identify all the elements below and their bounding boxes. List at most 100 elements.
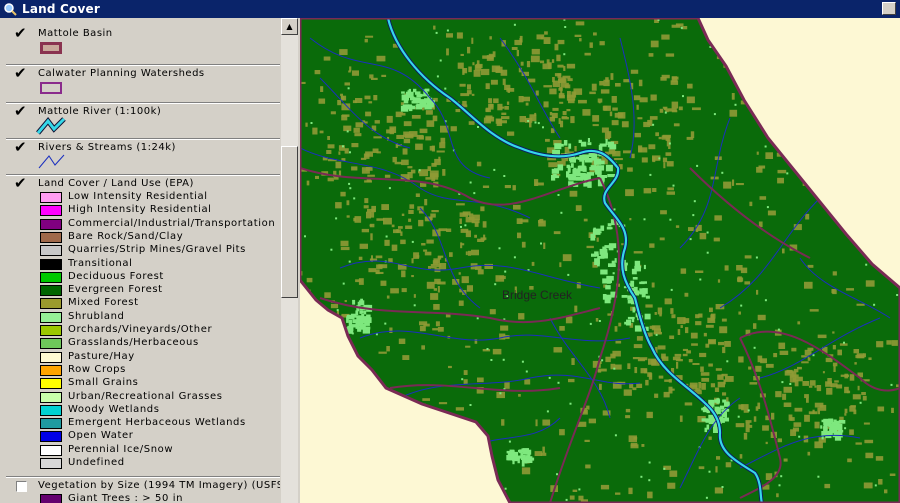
mixed-forest-patch	[670, 308, 674, 314]
mixed-forest-patch	[806, 397, 809, 403]
mixed-forest-patch	[605, 356, 611, 363]
mixed-forest-patch	[351, 166, 358, 171]
shrubland-patch	[587, 138, 590, 142]
mixed-forest-patch	[363, 153, 370, 159]
scroll-up-button[interactable]: ▲	[281, 18, 298, 35]
mixed-forest-patch	[745, 428, 750, 433]
shrubland-patch	[668, 142, 671, 145]
mixed-forest-patch	[391, 224, 395, 228]
mixed-forest-patch	[832, 271, 837, 276]
mixed-forest-patch	[832, 362, 838, 367]
shrubland-patch	[436, 75, 439, 78]
mixed-forest-patch	[846, 390, 851, 394]
land-cover-swatch	[40, 311, 62, 323]
mixed-forest-patch	[471, 93, 475, 96]
mixed-forest-patch	[614, 326, 618, 332]
mixed-forest-patch	[485, 83, 490, 90]
mixed-forest-patch	[401, 159, 409, 166]
mixed-forest-patch	[358, 256, 363, 260]
mixed-forest-patch	[831, 289, 835, 294]
mixed-forest-patch	[691, 343, 698, 346]
mixed-forest-patch	[458, 272, 461, 275]
mixed-forest-patch	[804, 394, 809, 399]
shrubland-patch	[349, 151, 351, 154]
mixed-forest-patch	[724, 341, 731, 347]
shrubland-patch	[828, 424, 832, 427]
layer-checkbox-calwater[interactable]: ✔	[14, 66, 28, 81]
mixed-forest-patch	[793, 422, 802, 427]
mixed-forest-patch	[632, 387, 637, 391]
mixed-forest-patch	[502, 78, 506, 86]
mixed-forest-patch	[408, 218, 412, 222]
mixed-forest-patch	[717, 374, 724, 380]
mixed-forest-patch	[722, 346, 726, 354]
shrubland-patch	[416, 93, 423, 98]
shrubland-patch	[696, 164, 699, 167]
mixed-forest-patch	[714, 215, 722, 221]
shrubland-patch	[606, 275, 614, 281]
mixed-forest-patch	[833, 365, 836, 372]
mixed-forest-patch	[507, 131, 515, 136]
shrubland-patch	[568, 143, 572, 149]
shrubland-patch	[601, 359, 604, 362]
scroll-thumb[interactable]	[281, 146, 298, 298]
shrubland-patch	[582, 154, 589, 161]
land-cover-class-label: Commercial/Industrial/Transportation	[68, 217, 276, 229]
mixed-forest-patch	[783, 402, 792, 407]
mixed-forest-patch	[648, 358, 657, 365]
land-cover-class-label: Transitional	[68, 257, 133, 269]
mixed-forest-patch	[637, 117, 643, 120]
place-label: Bridge Creek	[502, 288, 573, 302]
map-view[interactable]: Bridge Creek	[300, 18, 900, 503]
mixed-forest-patch	[300, 81, 306, 84]
mixed-forest-patch	[682, 353, 688, 357]
layer-name-vegetation: Vegetation by Size (1994 TM Imagery) (US…	[38, 480, 280, 491]
layer-checkbox-mattole-river[interactable]: ✔	[14, 104, 28, 119]
mixed-forest-patch	[630, 442, 638, 447]
shrubland-patch	[614, 434, 617, 437]
mixed-forest-patch	[657, 345, 666, 350]
legend-scrollbar[interactable]: ▲	[281, 18, 298, 503]
mixed-forest-patch	[574, 146, 577, 152]
shrubland-patch	[605, 285, 611, 290]
shrubland-patch	[413, 304, 416, 307]
mixed-forest-patch	[402, 148, 408, 155]
mixed-forest-patch	[612, 107, 618, 111]
mixed-forest-patch	[384, 239, 390, 246]
shrubland-patch	[593, 227, 596, 234]
basin-boundary-swatch	[40, 42, 62, 54]
layer-checkbox-land-cover[interactable]: ✔	[14, 176, 28, 191]
mixed-forest-patch	[676, 362, 679, 369]
shrubland-patch	[706, 231, 709, 234]
land-cover-swatch	[40, 431, 62, 443]
layer-separator	[6, 138, 280, 140]
land-cover-class-label: Grasslands/Herbaceous	[68, 337, 199, 349]
mixed-forest-patch	[759, 196, 767, 200]
shrubland-patch	[493, 168, 496, 171]
mixed-forest-patch	[585, 464, 591, 469]
map-canvas[interactable]	[300, 18, 900, 503]
layer-checkbox-mattole-basin[interactable]: ✔	[14, 26, 28, 41]
shrubland-patch	[346, 130, 349, 133]
shrubland-patch	[563, 140, 568, 146]
land-cover-swatch	[40, 245, 62, 257]
mixed-forest-patch	[540, 452, 547, 456]
mixed-forest-patch	[367, 174, 375, 177]
window-control-button[interactable]	[882, 2, 896, 15]
layer-checkbox-rivers-streams[interactable]: ✔	[14, 140, 28, 155]
land-cover-class-label: Deciduous Forest	[68, 270, 164, 282]
mixed-forest-patch	[589, 91, 596, 95]
layer-checkbox-vegetation[interactable]	[16, 481, 27, 492]
mixed-forest-patch	[433, 258, 440, 264]
mixed-forest-patch	[426, 239, 434, 244]
mixed-forest-patch	[666, 191, 675, 195]
mixed-forest-patch	[424, 251, 432, 256]
shrubland-patch	[477, 126, 479, 128]
mixed-forest-patch	[638, 79, 643, 87]
shrubland-patch	[310, 122, 313, 124]
mixed-forest-patch	[629, 218, 632, 221]
mixed-forest-patch	[809, 380, 816, 386]
mixed-forest-patch	[468, 66, 472, 73]
shrubland-patch	[682, 95, 684, 98]
shrubland-patch	[812, 354, 815, 357]
